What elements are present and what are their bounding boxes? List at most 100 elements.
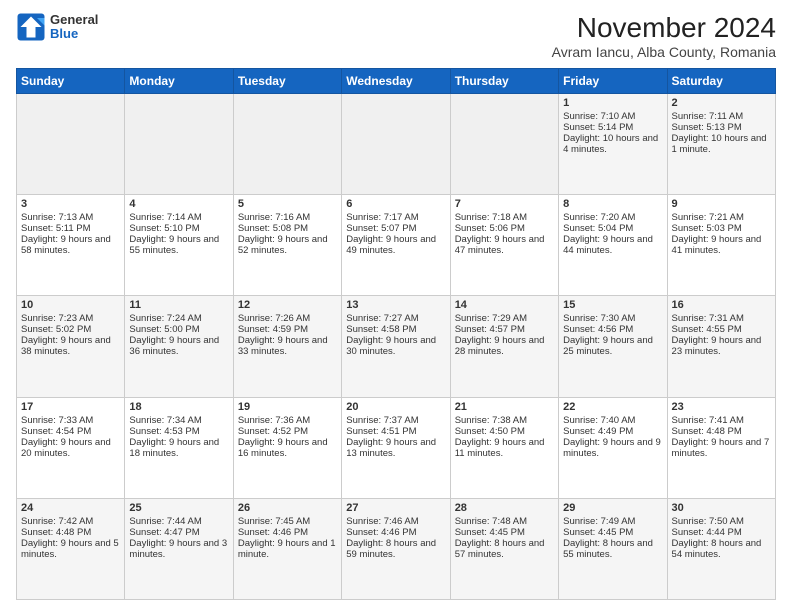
sunset-text: Sunset: 4:53 PM <box>129 426 228 437</box>
calendar-table: SundayMondayTuesdayWednesdayThursdayFrid… <box>16 68 776 600</box>
day-number: 3 <box>21 198 120 210</box>
daylight-text: Daylight: 9 hours and 41 minutes. <box>672 234 771 256</box>
sunset-text: Sunset: 4:56 PM <box>563 324 662 335</box>
daylight-text: Daylight: 9 hours and 25 minutes. <box>563 335 662 357</box>
daylight-text: Daylight: 10 hours and 1 minute. <box>672 133 771 155</box>
calendar-header-sunday: Sunday <box>17 69 125 94</box>
daylight-text: Daylight: 9 hours and 36 minutes. <box>129 335 228 357</box>
day-number: 30 <box>672 502 771 514</box>
calendar-cell <box>17 94 125 195</box>
calendar-cell: 15Sunrise: 7:30 AMSunset: 4:56 PMDayligh… <box>559 296 667 397</box>
sunset-text: Sunset: 5:11 PM <box>21 223 120 234</box>
sunset-text: Sunset: 5:08 PM <box>238 223 337 234</box>
calendar-row-3: 17Sunrise: 7:33 AMSunset: 4:54 PMDayligh… <box>17 397 776 498</box>
calendar-cell: 10Sunrise: 7:23 AMSunset: 5:02 PMDayligh… <box>17 296 125 397</box>
daylight-text: Daylight: 9 hours and 58 minutes. <box>21 234 120 256</box>
calendar-cell: 9Sunrise: 7:21 AMSunset: 5:03 PMDaylight… <box>667 195 775 296</box>
day-number: 22 <box>563 401 662 413</box>
calendar-cell: 2Sunrise: 7:11 AMSunset: 5:13 PMDaylight… <box>667 94 775 195</box>
day-number: 26 <box>238 502 337 514</box>
calendar-cell: 22Sunrise: 7:40 AMSunset: 4:49 PMDayligh… <box>559 397 667 498</box>
sunset-text: Sunset: 4:44 PM <box>672 527 771 538</box>
calendar-cell: 23Sunrise: 7:41 AMSunset: 4:48 PMDayligh… <box>667 397 775 498</box>
day-number: 29 <box>563 502 662 514</box>
sunrise-text: Sunrise: 7:20 AM <box>563 212 662 223</box>
calendar-header-wednesday: Wednesday <box>342 69 450 94</box>
sunrise-text: Sunrise: 7:50 AM <box>672 516 771 527</box>
sunset-text: Sunset: 5:06 PM <box>455 223 554 234</box>
daylight-text: Daylight: 9 hours and 30 minutes. <box>346 335 445 357</box>
sunset-text: Sunset: 4:50 PM <box>455 426 554 437</box>
calendar-cell: 11Sunrise: 7:24 AMSunset: 5:00 PMDayligh… <box>125 296 233 397</box>
calendar-header-friday: Friday <box>559 69 667 94</box>
day-number: 21 <box>455 401 554 413</box>
calendar-cell: 27Sunrise: 7:46 AMSunset: 4:46 PMDayligh… <box>342 498 450 599</box>
sunrise-text: Sunrise: 7:38 AM <box>455 415 554 426</box>
sunrise-text: Sunrise: 7:17 AM <box>346 212 445 223</box>
sunrise-text: Sunrise: 7:29 AM <box>455 313 554 324</box>
page-title: November 2024 <box>552 12 776 44</box>
calendar-cell: 29Sunrise: 7:49 AMSunset: 4:45 PMDayligh… <box>559 498 667 599</box>
day-number: 19 <box>238 401 337 413</box>
day-number: 15 <box>563 299 662 311</box>
sunset-text: Sunset: 4:48 PM <box>21 527 120 538</box>
daylight-text: Daylight: 9 hours and 5 minutes. <box>21 538 120 560</box>
daylight-text: Daylight: 8 hours and 54 minutes. <box>672 538 771 560</box>
calendar-cell: 1Sunrise: 7:10 AMSunset: 5:14 PMDaylight… <box>559 94 667 195</box>
sunrise-text: Sunrise: 7:34 AM <box>129 415 228 426</box>
calendar-cell: 8Sunrise: 7:20 AMSunset: 5:04 PMDaylight… <box>559 195 667 296</box>
daylight-text: Daylight: 9 hours and 3 minutes. <box>129 538 228 560</box>
calendar-header-thursday: Thursday <box>450 69 558 94</box>
calendar-cell <box>233 94 341 195</box>
daylight-text: Daylight: 9 hours and 23 minutes. <box>672 335 771 357</box>
calendar-cell: 20Sunrise: 7:37 AMSunset: 4:51 PMDayligh… <box>342 397 450 498</box>
calendar-cell: 18Sunrise: 7:34 AMSunset: 4:53 PMDayligh… <box>125 397 233 498</box>
day-number: 2 <box>672 97 771 109</box>
calendar-header-monday: Monday <box>125 69 233 94</box>
day-number: 5 <box>238 198 337 210</box>
sunset-text: Sunset: 5:10 PM <box>129 223 228 234</box>
daylight-text: Daylight: 9 hours and 20 minutes. <box>21 437 120 459</box>
calendar-cell: 12Sunrise: 7:26 AMSunset: 4:59 PMDayligh… <box>233 296 341 397</box>
sunset-text: Sunset: 4:52 PM <box>238 426 337 437</box>
sunrise-text: Sunrise: 7:18 AM <box>455 212 554 223</box>
sunset-text: Sunset: 4:51 PM <box>346 426 445 437</box>
sunrise-text: Sunrise: 7:42 AM <box>21 516 120 527</box>
sunrise-text: Sunrise: 7:23 AM <box>21 313 120 324</box>
logo-general: General <box>50 13 98 27</box>
day-number: 14 <box>455 299 554 311</box>
sunset-text: Sunset: 4:49 PM <box>563 426 662 437</box>
sunrise-text: Sunrise: 7:14 AM <box>129 212 228 223</box>
sunrise-text: Sunrise: 7:21 AM <box>672 212 771 223</box>
page-subtitle: Avram Iancu, Alba County, Romania <box>552 44 776 60</box>
logo: General Blue <box>16 12 98 42</box>
calendar-header-saturday: Saturday <box>667 69 775 94</box>
sunset-text: Sunset: 5:04 PM <box>563 223 662 234</box>
day-number: 17 <box>21 401 120 413</box>
calendar-row-1: 3Sunrise: 7:13 AMSunset: 5:11 PMDaylight… <box>17 195 776 296</box>
sunset-text: Sunset: 4:45 PM <box>563 527 662 538</box>
day-number: 25 <box>129 502 228 514</box>
sunset-text: Sunset: 4:55 PM <box>672 324 771 335</box>
daylight-text: Daylight: 10 hours and 4 minutes. <box>563 133 662 155</box>
daylight-text: Daylight: 9 hours and 55 minutes. <box>129 234 228 256</box>
sunset-text: Sunset: 5:03 PM <box>672 223 771 234</box>
calendar-row-4: 24Sunrise: 7:42 AMSunset: 4:48 PMDayligh… <box>17 498 776 599</box>
day-number: 27 <box>346 502 445 514</box>
header: General Blue November 2024 Avram Iancu, … <box>16 12 776 60</box>
daylight-text: Daylight: 8 hours and 57 minutes. <box>455 538 554 560</box>
day-number: 24 <box>21 502 120 514</box>
daylight-text: Daylight: 9 hours and 47 minutes. <box>455 234 554 256</box>
daylight-text: Daylight: 8 hours and 59 minutes. <box>346 538 445 560</box>
calendar-cell: 7 Sunrise: 7:18 AMSunset: 5:06 PMDaylight… <box>450 195 558 296</box>
daylight-text: Daylight: 9 hours and 11 minutes. <box>455 437 554 459</box>
daylight-text: Daylight: 9 hours and 38 minutes. <box>21 335 120 357</box>
day-number: 16 <box>672 299 771 311</box>
sunrise-text: Sunrise: 7:48 AM <box>455 516 554 527</box>
sunset-text: Sunset: 4:54 PM <box>21 426 120 437</box>
sunset-text: Sunset: 4:48 PM <box>672 426 771 437</box>
daylight-text: Daylight: 9 hours and 9 minutes. <box>563 437 662 459</box>
sunset-text: Sunset: 5:13 PM <box>672 122 771 133</box>
calendar-row-0: 1Sunrise: 7:10 AMSunset: 5:14 PMDaylight… <box>17 94 776 195</box>
day-number: 7 <box>455 198 554 210</box>
